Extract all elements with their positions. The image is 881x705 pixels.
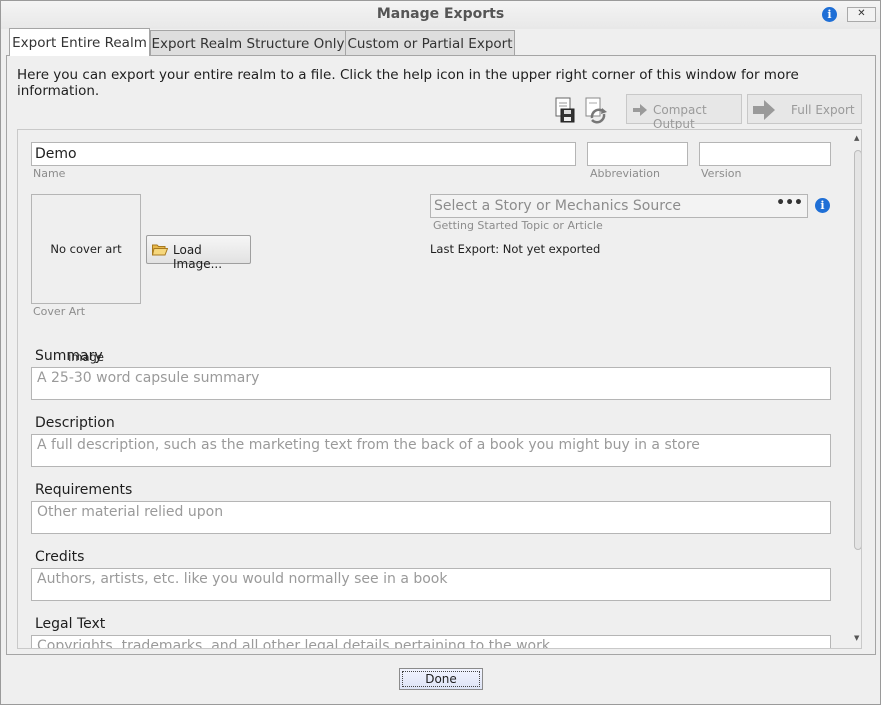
- legal-text-field[interactable]: Copyrights, trademarks, and all other le…: [31, 635, 831, 648]
- full-export-button[interactable]: Full Export: [747, 94, 862, 124]
- version-field[interactable]: [699, 142, 831, 166]
- name-field[interactable]: Demo: [31, 142, 576, 166]
- credits-field[interactable]: Authors, artists, etc. like you would no…: [31, 568, 831, 601]
- folder-icon: [152, 244, 168, 256]
- version-caption: Version: [701, 167, 742, 180]
- story-source-select[interactable]: Select a Story or Mechanics Source •••: [430, 194, 808, 218]
- description-field[interactable]: A full description, such as the marketin…: [31, 434, 831, 467]
- close-icon[interactable]: ✕: [847, 7, 876, 22]
- requirements-field[interactable]: Other material relied upon: [31, 501, 831, 534]
- done-button[interactable]: Done: [399, 668, 483, 690]
- legal-text-label: Legal Text: [35, 616, 106, 632]
- arrow-right-icon: [633, 104, 647, 116]
- window-title: Manage Exports: [376, 6, 505, 22]
- export-panel: Here you can export your entire realm to…: [6, 55, 876, 655]
- arrow-right-icon: [753, 100, 775, 120]
- realm-form-scroll-area[interactable]: Demo Name Abbreviation Version No cover …: [17, 129, 862, 649]
- manage-exports-window: Manage Exports i ✕ Export Entire Realm E…: [0, 0, 881, 705]
- scroll-up-icon[interactable]: ▲: [854, 134, 859, 142]
- abbreviation-caption: Abbreviation: [590, 167, 660, 180]
- tab-custom-partial-export[interactable]: Custom or Partial Export: [345, 30, 515, 56]
- abbreviation-field[interactable]: [587, 142, 688, 166]
- compact-output-button[interactable]: Compact Output: [626, 94, 742, 131]
- name-caption: Name: [33, 167, 66, 180]
- info-icon[interactable]: i: [815, 198, 830, 213]
- description-label: Description: [35, 415, 115, 431]
- tab-export-entire-realm[interactable]: Export Entire Realm: [9, 28, 150, 56]
- scroll-down-icon[interactable]: ▼: [854, 634, 859, 642]
- info-icon[interactable]: i: [822, 7, 837, 22]
- last-export-status: Last Export: Not yet exported: [430, 242, 601, 256]
- credits-label: Credits: [35, 549, 85, 565]
- ellipsis-button[interactable]: •••: [776, 192, 803, 214]
- cover-art-image[interactable]: No cover art image: [31, 194, 141, 364]
- vertical-scrollbar[interactable]: ▲ ▼: [854, 130, 861, 648]
- cover-art-caption: Cover Art: [33, 305, 86, 318]
- tab-export-realm-structure[interactable]: Export Realm Structure Only: [150, 30, 346, 56]
- summary-field[interactable]: A 25-30 word capsule summary: [31, 367, 831, 400]
- save-icon[interactable]: [553, 96, 579, 124]
- load-image-button[interactable]: Load Image...: [146, 235, 251, 271]
- title-bar: Manage Exports i ✕: [1, 1, 880, 29]
- scroll-thumb[interactable]: [854, 150, 861, 550]
- sync-icon[interactable]: [583, 96, 609, 124]
- requirements-label: Requirements: [35, 482, 133, 498]
- story-source-caption: Getting Started Topic or Article: [433, 219, 603, 232]
- summary-label: Summary: [35, 348, 103, 364]
- story-source-placeholder: Select a Story or Mechanics Source: [434, 198, 682, 214]
